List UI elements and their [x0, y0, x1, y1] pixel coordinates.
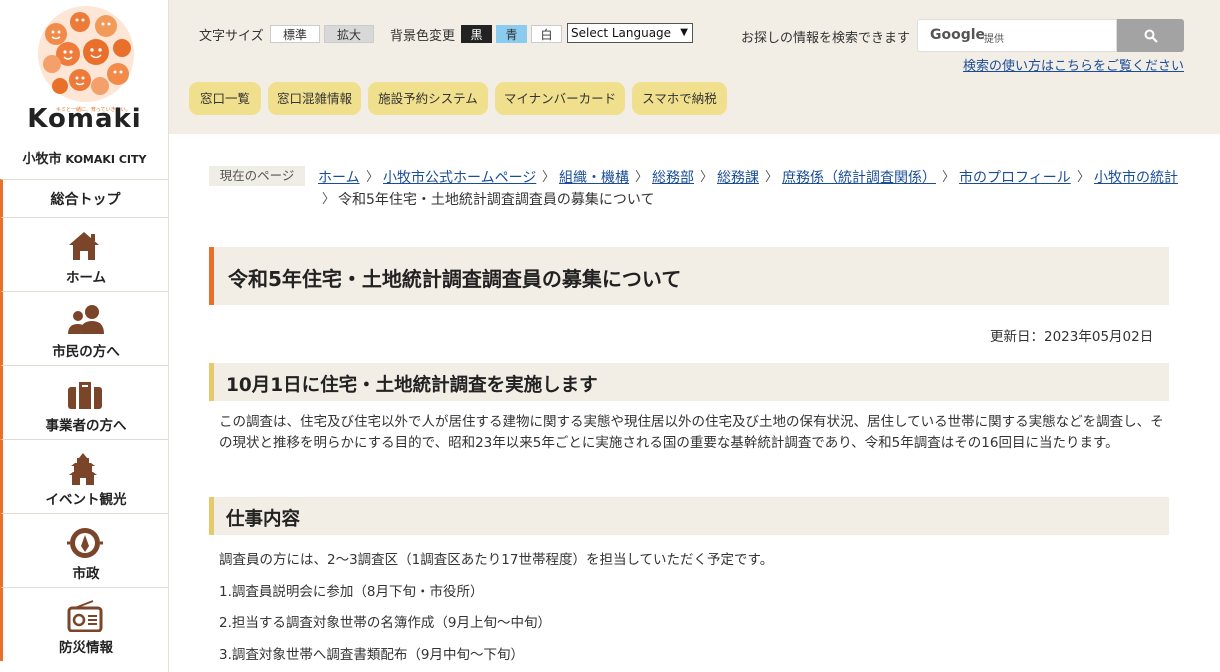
language-select[interactable]: Select Language ▼	[567, 23, 693, 43]
radio-icon	[67, 600, 103, 632]
search-button[interactable]	[1117, 19, 1184, 52]
breadcrumb-link[interactable]: 小牧市の統計	[1094, 167, 1178, 187]
bg-black-button[interactable]: 黒	[461, 25, 492, 43]
people-icon	[68, 305, 104, 334]
section-heading: 仕事内容	[209, 497, 1169, 535]
logo-wordmark: Komaki	[27, 104, 142, 134]
section-heading-text: 仕事内容	[226, 509, 301, 530]
chevron-right-icon: 〉	[542, 170, 556, 185]
breadcrumb-link[interactable]: 総務部	[652, 167, 694, 187]
bg-white-button[interactable]: 白	[531, 25, 562, 43]
chevron-right-icon: 〉	[635, 170, 649, 185]
search-icon	[1144, 29, 1158, 43]
job-intro: 調査員の方には、2〜3調査区（1調査区あたり17世帯程度）を担当していただく予定…	[219, 552, 774, 568]
city-emblem-icon	[67, 528, 103, 558]
nav-general-top[interactable]: 総合トップ	[0, 179, 168, 217]
quick-link-smartphone-tax[interactable]: スマホで納税	[632, 82, 727, 115]
page-title: 令和5年住宅・土地統計調査調査員の募集について	[209, 247, 1169, 305]
breadcrumb-link[interactable]: 組織・機構	[559, 167, 629, 187]
nav-item-disaster[interactable]: 防災情報	[0, 587, 168, 661]
logo-city-ja: 小牧市	[22, 152, 62, 167]
nav-item-home[interactable]: ホーム	[0, 217, 168, 291]
search-help-link[interactable]: 検索の使い方はこちらをご覧ください	[963, 55, 1184, 74]
section-heading-text: 10月1日に住宅・土地統計調査を実施します	[226, 375, 598, 396]
search-hint: お探しの情報を検索できます	[741, 31, 911, 46]
nav-item-events[interactable]: イベント観光	[0, 439, 168, 513]
quick-link-congestion[interactable]: 窓口混雑情報	[268, 82, 361, 115]
nav-item-business[interactable]: 事業者の方へ	[0, 365, 168, 439]
site-header: 文字サイズ 標準 拡大 背景色変更 黒 青 白 Select Language …	[169, 0, 1220, 134]
google-brand: Google	[930, 27, 986, 43]
nav-item-label: イベント観光	[45, 492, 127, 508]
job-item: 1.調査員説明会に参加（8月下旬・市役所）	[219, 584, 484, 600]
chevron-right-icon: 〉	[942, 170, 956, 185]
chevron-down-icon: ▼	[680, 27, 688, 38]
sidebar: キミと一緒に、育っていきたい。 Komaki 小牧市 KOMAKI CITY 総合…	[0, 0, 169, 672]
castle-icon	[69, 453, 97, 485]
breadcrumb-link[interactable]: 小牧市公式ホームページ	[383, 167, 536, 187]
quick-link-reservation[interactable]: 施設予約システム	[368, 82, 488, 115]
nav-item-label: 防災情報	[59, 640, 113, 656]
font-size-standard-button[interactable]: 標準	[270, 25, 320, 43]
job-item: 2.担当する調査対象世帯の名簿作成（9月上旬〜中旬）	[219, 615, 551, 631]
section-body: この調査は、住宅及び住宅以外で人が居住する建物に関する実態や現住居以外の住宅及び…	[219, 414, 1164, 451]
bg-blue-button[interactable]: 青	[496, 25, 527, 43]
logo-city-name: 小牧市 KOMAKI CITY	[0, 148, 169, 167]
chevron-right-icon: 〉	[322, 192, 336, 207]
nav-item-city-gov[interactable]: 市政	[0, 513, 168, 587]
chevron-right-icon: 〉	[1077, 170, 1091, 185]
nav-item-label: ホーム	[65, 270, 107, 286]
breadcrumb-link[interactable]: ホーム	[318, 167, 360, 187]
breadcrumb-current: 令和5年住宅・土地統計調査調査員の募集について	[338, 192, 655, 208]
google-provided-label: 提供	[984, 34, 1004, 45]
font-size-label: 文字サイズ	[199, 29, 264, 44]
breadcrumb-link[interactable]: 庶務係（統計調査関係）	[782, 167, 936, 187]
breadcrumb-link[interactable]: 市のプロフィール	[959, 167, 1071, 187]
language-select-value: Select Language	[571, 26, 672, 40]
nav-item-citizens[interactable]: 市民の方へ	[0, 291, 168, 365]
home-icon	[69, 232, 99, 260]
job-item: 3.調査対象世帯へ調査書類配布（9月中旬〜下旬）	[219, 647, 524, 663]
nav-item-label: 市政	[72, 566, 100, 582]
chevron-right-icon: 〉	[765, 170, 779, 185]
logo-city-en: KOMAKI CITY	[65, 153, 147, 166]
breadcrumb-link[interactable]: 総務課	[717, 167, 759, 187]
quick-link-counters[interactable]: 窓口一覧	[189, 82, 261, 115]
komaki-logo-icon	[38, 6, 134, 102]
page-title-text: 令和5年住宅・土地統計調査調査員の募集について	[228, 267, 682, 291]
breadcrumb-label: 現在のページ	[209, 166, 305, 186]
updated-date: 更新日：2023年05月02日	[990, 329, 1154, 345]
chevron-right-icon: 〉	[700, 170, 714, 185]
nav-item-label: 事業者の方へ	[45, 418, 127, 434]
chevron-right-icon: 〉	[366, 170, 380, 185]
nav-item-label: 市民の方へ	[52, 344, 120, 360]
font-size-large-button[interactable]: 拡大	[324, 25, 374, 43]
quick-link-mynumber[interactable]: マイナンバーカード	[495, 82, 625, 115]
briefcase-icon	[68, 382, 102, 409]
section-heading: 10月1日に住宅・土地統計調査を実施します	[209, 363, 1169, 401]
bg-color-label: 背景色変更	[390, 29, 456, 44]
search-input[interactable]: Google 提供	[917, 19, 1117, 52]
site-logo[interactable]: キミと一緒に、育っていきたい。 Komaki 小牧市 KOMAKI CITY	[0, 0, 168, 179]
